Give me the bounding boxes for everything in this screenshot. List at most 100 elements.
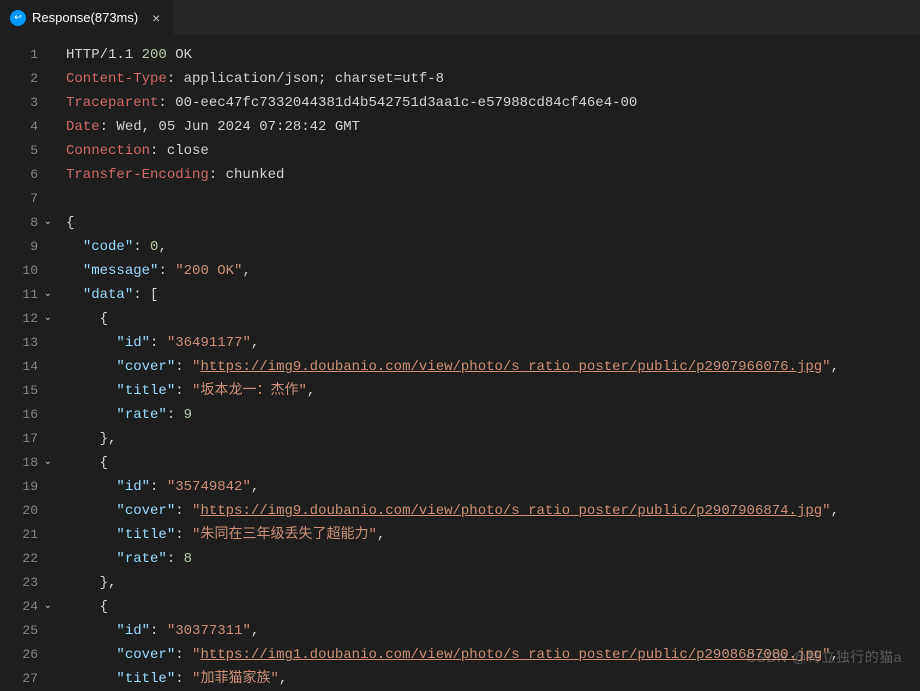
code-line[interactable]: "id": "35749842", (58, 475, 920, 499)
code-token: }, (66, 431, 116, 447)
line-number: 25 (18, 619, 38, 643)
code-line[interactable]: { (58, 211, 920, 235)
code-line[interactable]: "id": "30377311", (58, 619, 920, 643)
line-number: 16 (18, 403, 38, 427)
code-token: "message" (83, 263, 159, 279)
code-token: , (251, 335, 259, 351)
gutter-line: 13 (0, 331, 58, 355)
editor-area[interactable]: 12345678⌄91011⌄12⌄131415161718⌄192021222… (0, 35, 920, 687)
fold-icon[interactable]: ⌄ (42, 307, 52, 331)
line-number: 3 (18, 91, 38, 115)
gutter-line: 6 (0, 163, 58, 187)
code-line[interactable]: Transfer-Encoding: chunked (58, 163, 920, 187)
code-token: : Wed, 05 Jun 2024 07:28:42 GMT (100, 119, 360, 135)
code-line[interactable]: Traceparent: 00-eec47fc7332044381d4b5427… (58, 91, 920, 115)
code-line[interactable]: { (58, 307, 920, 331)
code-token: : (133, 239, 150, 255)
line-number: 1 (18, 43, 38, 67)
url-link[interactable]: https://img1.doubanio.com/view/photo/s_r… (200, 647, 822, 663)
code-token: "title" (116, 527, 175, 543)
code-line[interactable]: { (58, 451, 920, 475)
code-token: "rate" (116, 551, 166, 567)
line-number: 24 (18, 595, 38, 619)
code-token: , (158, 239, 166, 255)
code-token: 8 (184, 551, 192, 567)
code-line[interactable]: Date: Wed, 05 Jun 2024 07:28:42 GMT (58, 115, 920, 139)
code-line[interactable]: "cover": "https://img9.doubanio.com/view… (58, 499, 920, 523)
code-token: , (831, 359, 839, 375)
fold-icon[interactable]: ⌄ (42, 451, 52, 475)
code-token: "35749842" (167, 479, 251, 495)
code-token: : [ (133, 287, 158, 303)
gutter-line: 22 (0, 547, 58, 571)
gutter-line: 25 (0, 619, 58, 643)
code-token: HTTP/1.1 (66, 47, 142, 63)
line-number: 10 (18, 259, 38, 283)
code-token: : close (150, 143, 209, 159)
gutter-line: 27 (0, 667, 58, 691)
url-link[interactable]: https://img9.doubanio.com/view/photo/s_r… (200, 359, 822, 375)
close-icon[interactable]: × (148, 10, 164, 26)
code-token: Connection (66, 143, 150, 159)
code-token (66, 335, 116, 351)
code-line[interactable]: "rate": 8 (58, 547, 920, 571)
code-token: , (251, 623, 259, 639)
code-content[interactable]: HTTP/1.1 200 OKContent-Type: application… (58, 35, 920, 687)
code-token: "36491177" (167, 335, 251, 351)
line-gutter: 12345678⌄91011⌄12⌄131415161718⌄192021222… (0, 35, 58, 687)
code-token (66, 671, 116, 687)
gutter-line: 14 (0, 355, 58, 379)
code-token (66, 383, 116, 399)
gutter-line: 5 (0, 139, 58, 163)
tab-response[interactable]: ↩ Response(873ms) × (0, 0, 175, 35)
line-number: 22 (18, 547, 38, 571)
code-token: : (167, 551, 184, 567)
fold-icon[interactable]: ⌄ (42, 211, 52, 235)
code-token: "id" (116, 623, 150, 639)
code-line[interactable]: "cover": "https://img9.doubanio.com/view… (58, 355, 920, 379)
code-token: , (377, 527, 385, 543)
code-token: "200 OK" (175, 263, 242, 279)
code-token: "朱同在三年级丢失了超能力" (192, 527, 377, 543)
code-line[interactable]: Content-Type: application/json; charset=… (58, 67, 920, 91)
code-token: }, (66, 575, 116, 591)
code-line[interactable]: }, (58, 571, 920, 595)
fold-icon[interactable]: ⌄ (42, 595, 52, 619)
code-line[interactable]: "rate": 9 (58, 403, 920, 427)
gutter-line: 7 (0, 187, 58, 211)
code-token: "id" (116, 479, 150, 495)
code-line[interactable]: "title": "加菲猫家族", (58, 667, 920, 687)
code-token: : (167, 407, 184, 423)
code-token: { (66, 311, 108, 327)
code-token: , (279, 671, 287, 687)
code-line[interactable]: "data": [ (58, 283, 920, 307)
code-token: : (175, 647, 192, 663)
line-number: 17 (18, 427, 38, 451)
code-token: Date (66, 119, 100, 135)
code-token (66, 647, 116, 663)
code-line[interactable]: { (58, 595, 920, 619)
code-token: : (175, 503, 192, 519)
url-link[interactable]: https://img9.doubanio.com/view/photo/s_r… (200, 503, 822, 519)
code-line[interactable]: HTTP/1.1 200 OK (58, 43, 920, 67)
code-token: "id" (116, 335, 150, 351)
line-number: 13 (18, 331, 38, 355)
code-line[interactable]: "id": "36491177", (58, 331, 920, 355)
watermark: CSDN @特立独行的猫a (746, 647, 902, 667)
code-line[interactable]: "title": "朱同在三年级丢失了超能力", (58, 523, 920, 547)
code-line[interactable]: }, (58, 427, 920, 451)
code-line[interactable] (58, 187, 920, 211)
code-token (66, 239, 83, 255)
code-line[interactable]: "code": 0, (58, 235, 920, 259)
code-token: , (831, 503, 839, 519)
code-token: : 00-eec47fc7332044381d4b542751d3aa1c-e5… (158, 95, 637, 111)
code-line[interactable]: "title": "坂本龙一：杰作", (58, 379, 920, 403)
gutter-line: 10 (0, 259, 58, 283)
line-number: 21 (18, 523, 38, 547)
code-token: "title" (116, 671, 175, 687)
fold-icon[interactable]: ⌄ (42, 283, 52, 307)
gutter-line: 24⌄ (0, 595, 58, 619)
code-token (66, 359, 116, 375)
code-line[interactable]: Connection: close (58, 139, 920, 163)
code-line[interactable]: "message": "200 OK", (58, 259, 920, 283)
